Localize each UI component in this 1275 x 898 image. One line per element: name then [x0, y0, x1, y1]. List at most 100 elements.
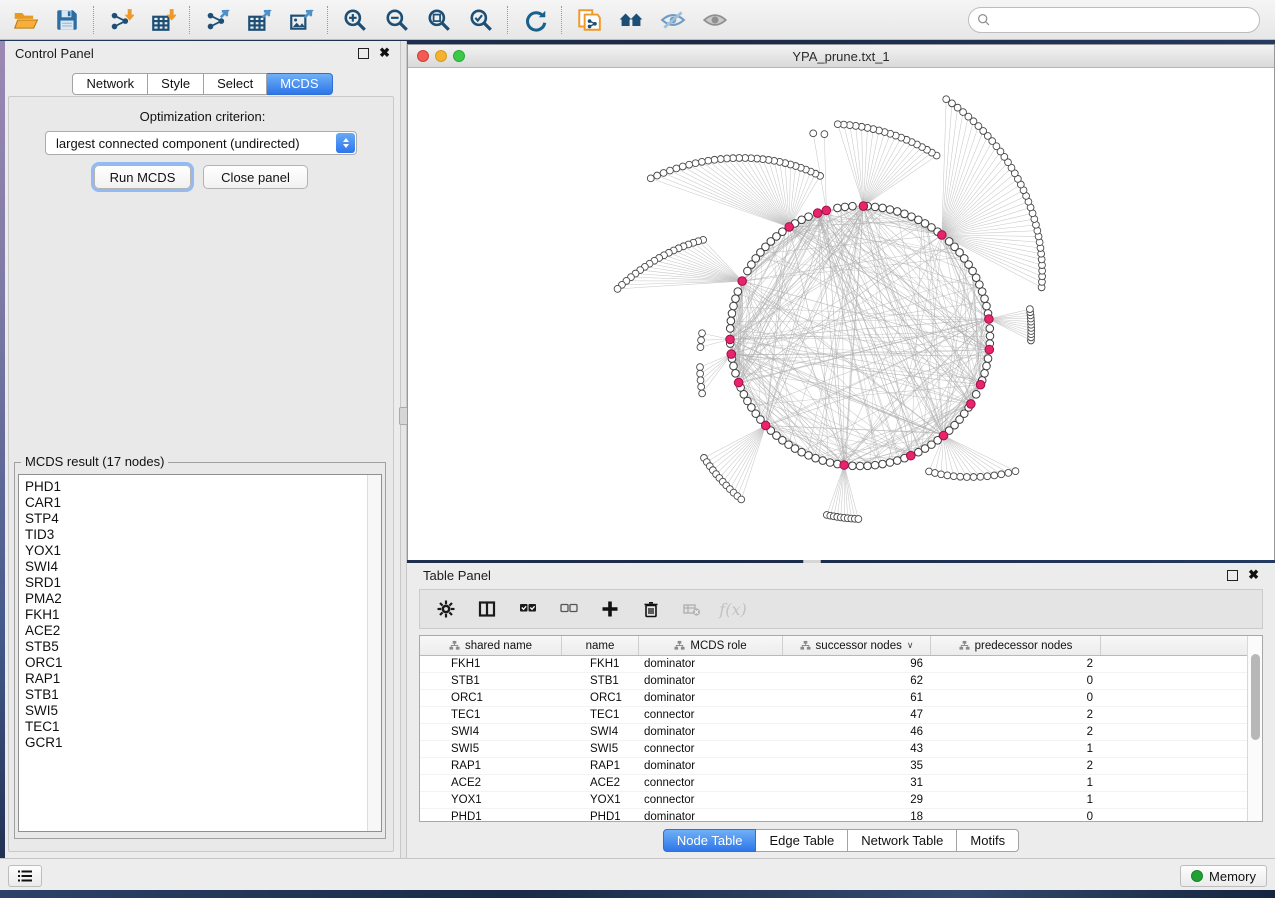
- result-node-item[interactable]: TEC1: [19, 719, 381, 735]
- column-header-successor-nodes[interactable]: successor nodes∨: [783, 636, 931, 655]
- show-all-button[interactable]: [694, 3, 736, 37]
- table-row[interactable]: FKH1FKH1dominator962: [420, 656, 1262, 673]
- network-canvas[interactable]: [408, 68, 1274, 560]
- result-node-item[interactable]: PHD1: [19, 479, 381, 495]
- cell: 61: [783, 690, 931, 706]
- window-minimize-icon[interactable]: [435, 50, 447, 62]
- zoom-in-button[interactable]: [334, 3, 376, 37]
- window-close-icon[interactable]: [417, 50, 429, 62]
- cell: connector: [639, 792, 783, 808]
- tab-select[interactable]: Select: [204, 73, 267, 95]
- result-node-item[interactable]: SWI4: [19, 559, 381, 575]
- close-panel-button[interactable]: Close panel: [203, 165, 308, 189]
- search-input[interactable]: [995, 10, 1259, 30]
- tab-network-table[interactable]: Network Table: [848, 829, 957, 852]
- cell: connector: [639, 707, 783, 723]
- result-node-item[interactable]: TID3: [19, 527, 381, 543]
- refresh-button[interactable]: [514, 3, 556, 37]
- hide-selected-button[interactable]: [652, 3, 694, 37]
- result-node-item[interactable]: YOX1: [19, 543, 381, 559]
- tab-node-table[interactable]: Node Table: [663, 829, 757, 852]
- import-network-button[interactable]: [100, 3, 142, 37]
- home-button[interactable]: [610, 3, 652, 37]
- tab-mcds[interactable]: MCDS: [267, 73, 332, 95]
- window-maximize-icon[interactable]: [453, 50, 465, 62]
- result-list-scrollbar[interactable]: [367, 475, 381, 831]
- table-row[interactable]: RAP1RAP1dominator352: [420, 758, 1262, 775]
- save-button[interactable]: [46, 3, 88, 37]
- column-header-MCDS-role[interactable]: MCDS role: [639, 636, 783, 655]
- cell: SWI4: [562, 724, 639, 740]
- result-node-item[interactable]: CAR1: [19, 495, 381, 511]
- zoom-selected-icon: [468, 7, 494, 33]
- select-all-button[interactable]: [518, 599, 538, 619]
- cell: 2: [931, 707, 1101, 723]
- node-table[interactable]: shared namenameMCDS rolesuccessor nodes∨…: [419, 635, 1263, 822]
- column-header-shared-name[interactable]: shared name: [420, 636, 562, 655]
- float-panel-icon[interactable]: [358, 48, 369, 59]
- table-scrollbar-thumb[interactable]: [1251, 654, 1260, 740]
- toolbar-separator: [507, 6, 509, 34]
- run-mcds-button[interactable]: Run MCDS: [94, 165, 191, 189]
- cell: dominator: [639, 656, 783, 672]
- table-header-row: shared namenameMCDS rolesuccessor nodes∨…: [420, 636, 1262, 656]
- delete-row-icon: [642, 600, 660, 618]
- result-node-item[interactable]: FKH1: [19, 607, 381, 623]
- cell: SWI5: [562, 741, 639, 757]
- zoom-fit-button[interactable]: [418, 3, 460, 37]
- table-row[interactable]: ORC1ORC1dominator610: [420, 690, 1262, 707]
- export-table-button[interactable]: [238, 3, 280, 37]
- export-image-button[interactable]: [280, 3, 322, 37]
- memory-status-icon: [1191, 870, 1203, 882]
- import-table-button[interactable]: [142, 3, 184, 37]
- tab-style[interactable]: Style: [148, 73, 204, 95]
- result-node-item[interactable]: ACE2: [19, 623, 381, 639]
- mcds-result-list[interactable]: PHD1CAR1STP4TID3YOX1SWI4SRD1PMA2FKH1ACE2…: [18, 474, 382, 832]
- column-header-predecessor-nodes[interactable]: predecessor nodes: [931, 636, 1101, 655]
- open-button[interactable]: [4, 3, 46, 37]
- table-row[interactable]: STB1STB1dominator620: [420, 673, 1262, 690]
- result-node-item[interactable]: SWI5: [19, 703, 381, 719]
- result-node-item[interactable]: STP4: [19, 511, 381, 527]
- result-node-item[interactable]: STB5: [19, 639, 381, 655]
- vertical-splitter[interactable]: [400, 41, 407, 858]
- settings-button[interactable]: [436, 599, 456, 619]
- table-scrollbar[interactable]: [1247, 636, 1262, 821]
- result-node-item[interactable]: STB1: [19, 687, 381, 703]
- table-row[interactable]: YOX1YOX1connector291: [420, 792, 1262, 809]
- result-node-item[interactable]: PMA2: [19, 591, 381, 607]
- search-box[interactable]: [968, 7, 1260, 33]
- cell: 29: [783, 792, 931, 808]
- float-table-panel-icon[interactable]: [1227, 570, 1238, 581]
- cell: 1: [931, 741, 1101, 757]
- column-header-name[interactable]: name: [562, 636, 639, 655]
- close-table-panel-icon[interactable]: ✖: [1248, 569, 1259, 581]
- tab-network[interactable]: Network: [72, 73, 148, 95]
- delete-row-button[interactable]: [641, 599, 661, 619]
- table-row[interactable]: TEC1TEC1connector472: [420, 707, 1262, 724]
- optimization-criterion-select[interactable]: largest connected component (undirected): [45, 131, 357, 155]
- table-row[interactable]: SWI5SWI5connector431: [420, 741, 1262, 758]
- memory-button[interactable]: Memory: [1180, 865, 1267, 887]
- result-node-item[interactable]: ORC1: [19, 655, 381, 671]
- export-network-button[interactable]: [196, 3, 238, 37]
- network-window-titlebar[interactable]: YPA_prune.txt_1: [408, 45, 1274, 68]
- tab-motifs[interactable]: Motifs: [957, 829, 1019, 852]
- deselect-all-button[interactable]: [559, 599, 579, 619]
- close-panel-icon[interactable]: ✖: [379, 47, 390, 59]
- result-node-item[interactable]: SRD1: [19, 575, 381, 591]
- zoom-out-button[interactable]: [376, 3, 418, 37]
- tab-edge-table[interactable]: Edge Table: [756, 829, 848, 852]
- cell: 43: [783, 741, 931, 757]
- task-history-button[interactable]: [8, 865, 42, 887]
- table-row[interactable]: PHD1PHD1dominator180: [420, 809, 1262, 822]
- copy-network-button[interactable]: [568, 3, 610, 37]
- split-view-button[interactable]: [477, 599, 497, 619]
- table-row[interactable]: SWI4SWI4dominator462: [420, 724, 1262, 741]
- add-row-button[interactable]: [600, 599, 620, 619]
- table-row[interactable]: ACE2ACE2connector311: [420, 775, 1262, 792]
- result-node-item[interactable]: GCR1: [19, 735, 381, 751]
- zoom-selected-button[interactable]: [460, 3, 502, 37]
- result-node-item[interactable]: RAP1: [19, 671, 381, 687]
- network-graph[interactable]: [408, 68, 1274, 560]
